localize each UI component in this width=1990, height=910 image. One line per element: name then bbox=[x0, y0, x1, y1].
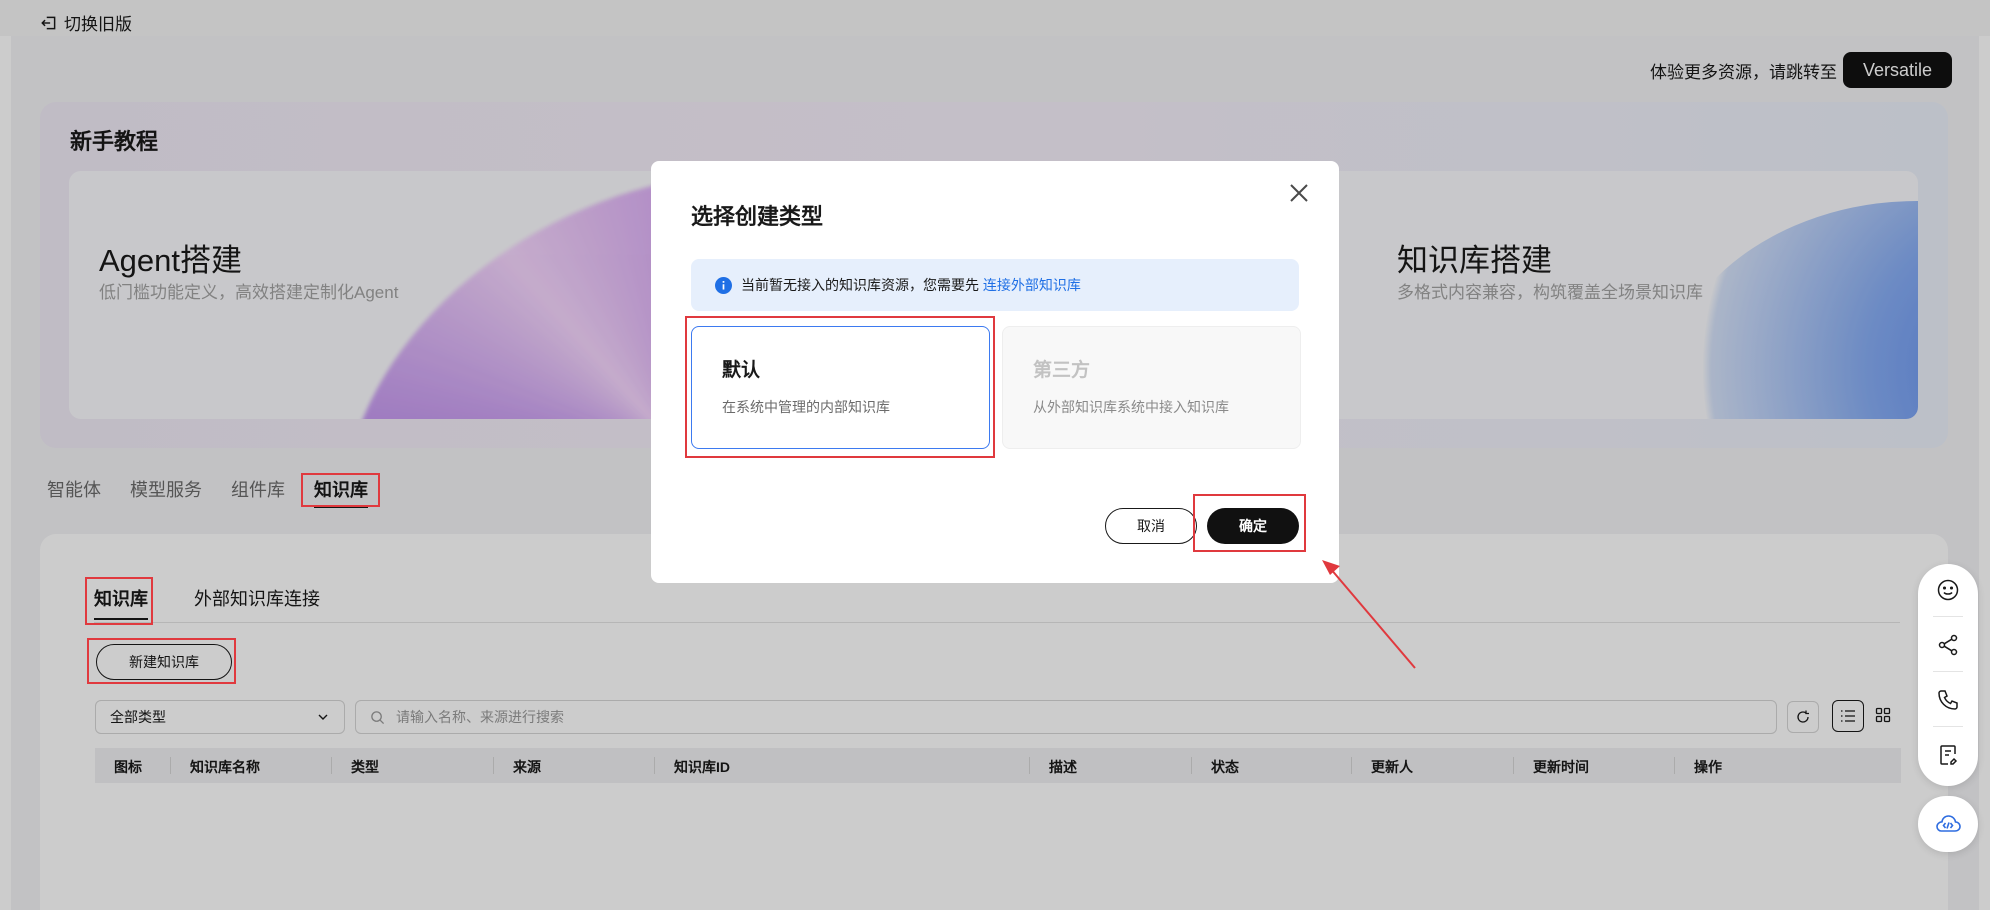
toolbar-divider bbox=[1933, 616, 1963, 617]
notice-text: 当前暂无接入的知识库资源，您需要先 bbox=[741, 277, 979, 293]
info-icon bbox=[715, 277, 732, 294]
close-icon[interactable] bbox=[1287, 181, 1311, 205]
cancel-button[interactable]: 取消 bbox=[1105, 508, 1197, 544]
toolbar-divider bbox=[1933, 726, 1963, 727]
option-title: 第三方 bbox=[1033, 360, 1091, 381]
connect-external-kb-link[interactable]: 连接外部知识库 bbox=[983, 277, 1081, 293]
cloud-code-button[interactable] bbox=[1918, 796, 1978, 852]
smile-icon[interactable] bbox=[1936, 578, 1960, 602]
highlight-box-kb-subtab bbox=[85, 577, 153, 625]
phone-icon[interactable] bbox=[1936, 688, 1960, 712]
share-icon[interactable] bbox=[1936, 633, 1960, 657]
highlight-box-new-kb bbox=[87, 638, 236, 684]
toolbar-divider bbox=[1933, 671, 1963, 672]
cloud-code-icon bbox=[1936, 815, 1961, 832]
floating-toolbar bbox=[1918, 564, 1978, 786]
option-description: 从外部知识库系统中接入知识库 bbox=[1033, 399, 1229, 415]
highlight-box-confirm bbox=[1193, 494, 1306, 552]
option-third-party: 第三方 从外部知识库系统中接入知识库 bbox=[1002, 326, 1301, 449]
highlight-box-default-option bbox=[685, 316, 995, 458]
feedback-icon[interactable] bbox=[1936, 743, 1960, 767]
info-notice: 当前暂无接入的知识库资源，您需要先 连接外部知识库 bbox=[691, 259, 1299, 311]
dialog-title: 选择创建类型 bbox=[691, 204, 824, 229]
highlight-box-kb-tab bbox=[301, 473, 380, 507]
